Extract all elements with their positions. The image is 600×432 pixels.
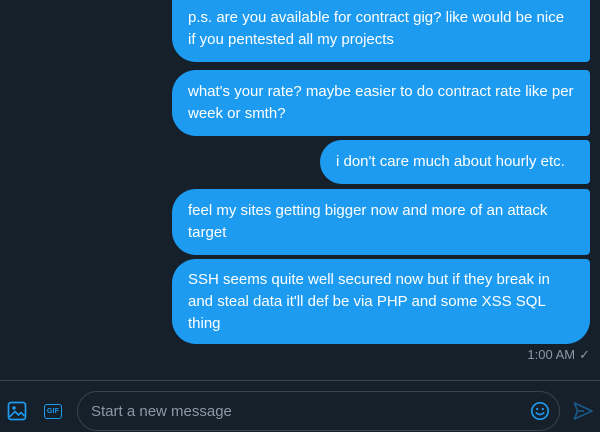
message-composer: GIF	[0, 381, 600, 432]
message-text: p.s. are you available for contract gig?…	[188, 9, 565, 48]
message-input-container	[77, 391, 560, 431]
message-bubble[interactable]: what's your rate? maybe easier to do con…	[172, 70, 590, 136]
emoji-button[interactable]	[529, 400, 551, 422]
message-text: what's your rate? maybe easier to do con…	[188, 83, 574, 122]
timestamp-text: 1:00 AM	[527, 347, 576, 362]
message-bubble[interactable]: feel my sites getting bigger now and mor…	[172, 189, 590, 255]
media-button[interactable]	[6, 400, 28, 422]
message-timestamp: 1:00 AM ✓	[527, 346, 590, 364]
gif-icon: GIF	[44, 403, 62, 419]
send-icon	[573, 402, 593, 420]
message-text: SSH seems quite well secured now but if …	[188, 270, 550, 332]
message-input[interactable]	[91, 392, 521, 430]
gif-button[interactable]: GIF	[42, 400, 64, 422]
send-button[interactable]	[572, 400, 594, 422]
message-bubble[interactable]: i don't care much about hourly etc.	[320, 140, 590, 184]
emoji-icon	[530, 401, 550, 421]
dm-conversation: p.s. are you available for contract gig?…	[0, 0, 600, 432]
message-text: i don't care much about hourly etc.	[336, 153, 565, 170]
media-icon	[7, 401, 27, 421]
message-bubble[interactable]: SSH seems quite well secured now but if …	[172, 259, 590, 344]
message-text: feel my sites getting bigger now and mor…	[188, 202, 548, 241]
read-check-icon: ✓	[579, 347, 590, 362]
message-bubble[interactable]: p.s. are you available for contract gig?…	[172, 0, 590, 62]
